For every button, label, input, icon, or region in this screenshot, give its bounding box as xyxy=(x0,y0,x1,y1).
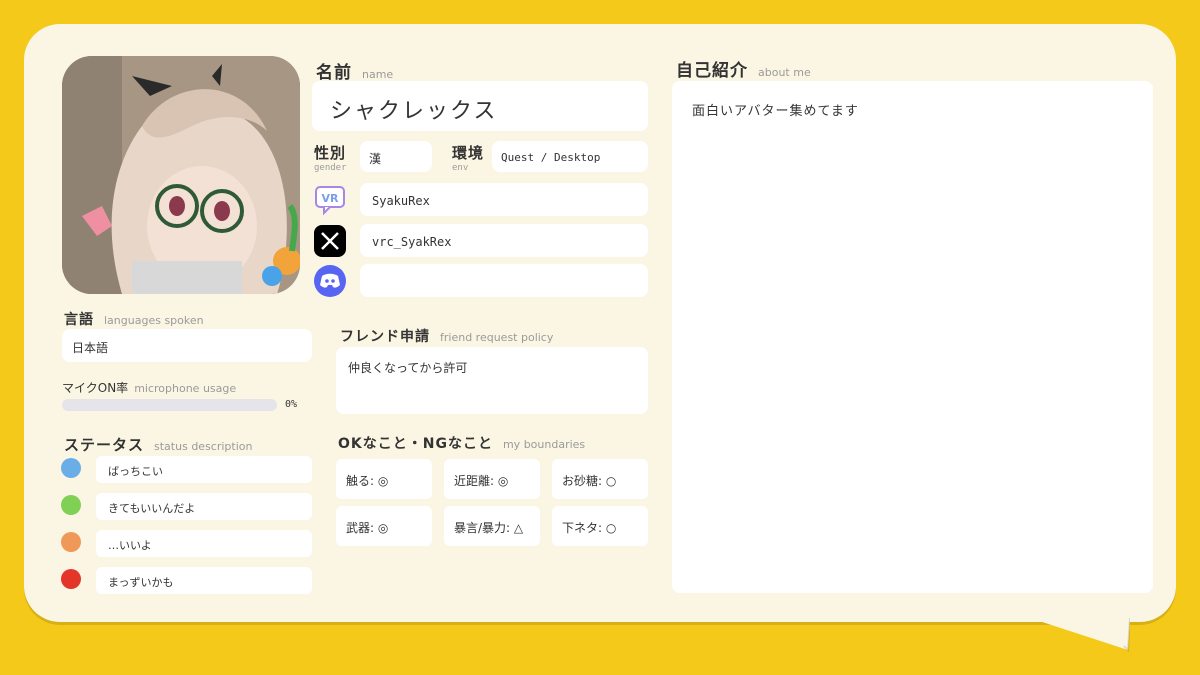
vrchat-icon: VR xyxy=(314,184,346,216)
boundary-item: お砂糖: ○ xyxy=(552,459,648,499)
x-icon xyxy=(314,225,346,257)
speech-bubble-tail xyxy=(1030,618,1130,652)
mic-progress-bar xyxy=(62,399,277,411)
mic-value: 0% xyxy=(285,399,298,410)
name-field: シャクレックス xyxy=(312,81,648,131)
status-item-label: まっずいかも xyxy=(108,576,174,589)
gender-field: 漢 xyxy=(360,141,432,172)
status-item-label: きてもいいんだよ xyxy=(108,502,196,515)
status-item: きてもいいんだよ xyxy=(96,493,312,520)
boundary-item: 武器: ◎ xyxy=(336,506,432,546)
boundary-item: 触る: ◎ xyxy=(336,459,432,499)
x-field: vrc_SyakRex xyxy=(360,224,648,257)
svg-text:VR: VR xyxy=(322,192,340,205)
status-label: ステータス status description xyxy=(64,436,253,454)
env-label: 環境 env xyxy=(452,144,485,173)
status-item-label: …いいよ xyxy=(108,539,152,552)
boundaries-label: OKなこと・NGなこと my boundaries xyxy=(338,436,586,452)
env-field: Quest / Desktop xyxy=(492,141,648,172)
status-item: ばっちこい xyxy=(96,456,312,483)
status-color-dot xyxy=(61,532,81,552)
status-item-label: ばっちこい xyxy=(108,465,163,478)
boundary-item: 暴言/暴力: △ xyxy=(444,506,540,546)
boundary-item: 下ネタ: ○ xyxy=(552,506,648,546)
status-color-dot xyxy=(61,495,81,515)
gender-label: 性別 gender xyxy=(314,144,347,173)
name-label: 名前 name xyxy=(316,63,394,83)
friend-label: フレンド申請 friend request policy xyxy=(340,329,554,345)
status-item: …いいよ xyxy=(96,530,312,557)
about-field: 面白いアバター集めてます xyxy=(672,81,1153,593)
avatar xyxy=(62,56,300,294)
mic-label: マイクON率 microphone usage xyxy=(62,381,237,395)
boundary-item: 近距離: ◎ xyxy=(444,459,540,499)
vrchat-field: SyakuRex xyxy=(360,183,648,216)
status-item: まっずいかも xyxy=(96,567,312,594)
status-color-dot xyxy=(61,458,81,478)
name-value: シャクレックス xyxy=(330,99,498,124)
about-label: 自己紹介 about me xyxy=(676,61,811,81)
status-color-dot xyxy=(61,569,81,589)
languages-label: 言語 languages spoken xyxy=(64,312,204,328)
friend-field: 仲良くなってから許可 xyxy=(336,347,648,414)
discord-field xyxy=(360,264,648,297)
discord-icon xyxy=(314,265,346,297)
languages-field: 日本語 xyxy=(62,329,312,362)
